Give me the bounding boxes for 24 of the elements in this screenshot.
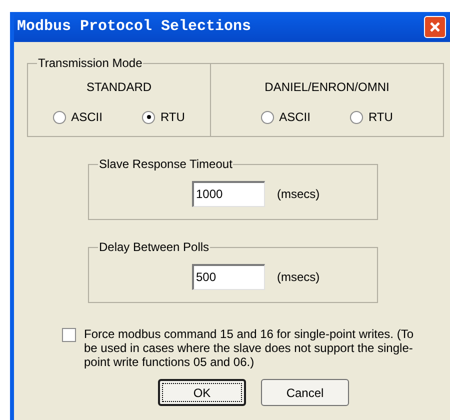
radio-label: ASCII <box>279 109 310 126</box>
group-label: Slave Response Timeout <box>98 157 234 171</box>
window-title: Modbus Protocol Selections <box>17 16 252 37</box>
radio-button[interactable] <box>261 110 274 124</box>
checkbox[interactable] <box>62 328 76 342</box>
input-field[interactable]: 1000 <box>192 180 265 206</box>
unit-label: (msecs) <box>277 186 320 202</box>
mode-heading: STANDARD <box>86 79 152 96</box>
group-label: Delay Between Polls <box>98 240 210 254</box>
radio-button[interactable] <box>53 110 66 124</box>
group-label: Transmission Mode <box>37 56 144 70</box>
input-field[interactable]: 500 <box>192 264 265 290</box>
radio-label: RTU <box>160 109 185 126</box>
radio-button[interactable] <box>350 110 364 124</box>
mode-heading: DANIEL/ENRON/OMNI <box>264 79 390 96</box>
close-icon <box>429 21 441 33</box>
dialog-button[interactable]: Cancel <box>261 379 349 406</box>
radio-label: ASCII <box>71 109 102 126</box>
checkbox-label: Force modbus command 15 and 16 for single-point writes. (To be used in cases where the slave does not support the single-point write functions 05 and 06.) <box>84 327 414 369</box>
radio-button[interactable] <box>142 110 156 124</box>
close-button[interactable] <box>424 16 446 38</box>
dialog-button[interactable]: OK <box>158 379 246 406</box>
radio-label: RTU <box>368 109 393 126</box>
unit-label: (msecs) <box>277 268 320 286</box>
